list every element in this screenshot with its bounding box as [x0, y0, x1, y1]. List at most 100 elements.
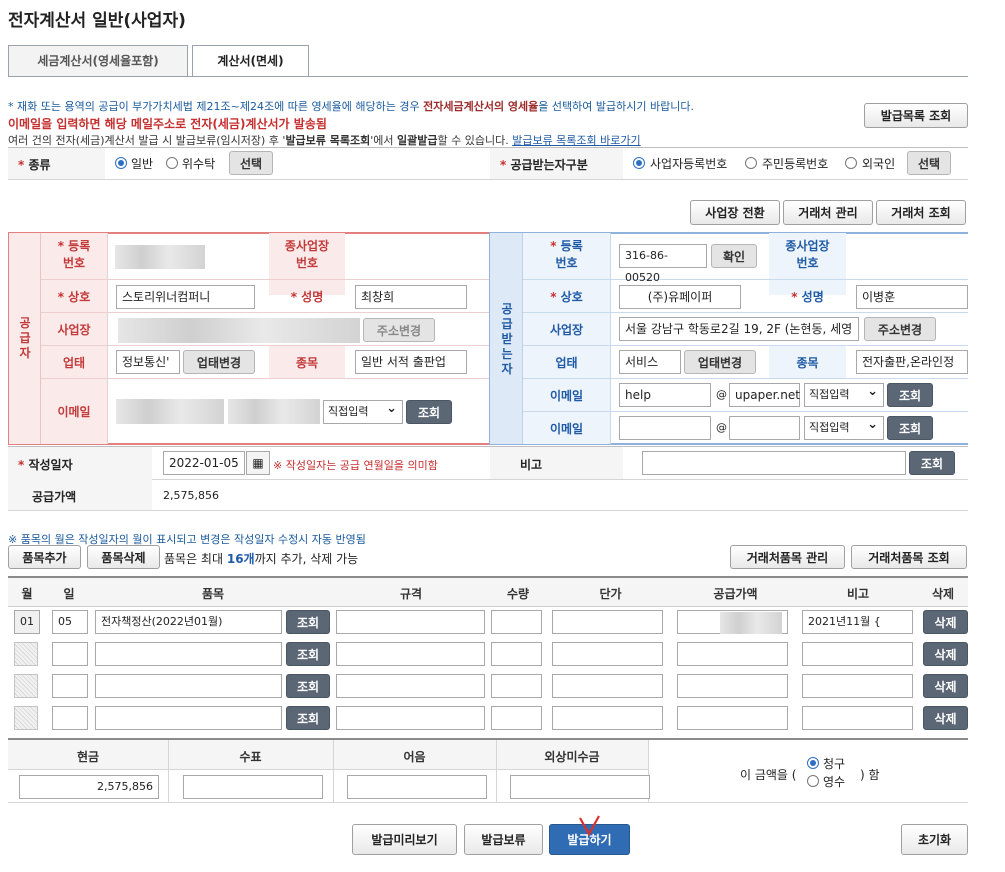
payment-cash-input[interactable]: 2,575,856	[19, 775, 159, 799]
calendar-icon[interactable]: ▦	[246, 451, 270, 475]
row-name-input[interactable]	[95, 642, 282, 666]
receiver-select-button[interactable]: 선택	[907, 151, 951, 175]
row-item-search-button[interactable]: 조회	[286, 706, 330, 730]
partner-manage-button[interactable]: 거래처 관리	[783, 200, 873, 225]
supplier-biztype-button[interactable]: 업태변경	[183, 350, 255, 374]
supplier-email-search-button[interactable]: 조회	[406, 400, 452, 424]
add-item-button[interactable]: 품목추가	[8, 545, 81, 569]
receiver-email1-select[interactable]: 직접입력	[804, 381, 884, 407]
kind-general-radio[interactable]	[115, 157, 127, 169]
date-input[interactable]: 2022-01-05	[163, 451, 245, 475]
issue-hold-button[interactable]: 발급보류	[464, 824, 543, 855]
receiver-biz-radio[interactable]	[633, 157, 645, 169]
row-delete-button[interactable]: 삭제	[923, 642, 968, 666]
amount-receipt-radio[interactable]	[807, 775, 819, 787]
supplier-email-select[interactable]: 직접입력	[323, 398, 403, 424]
receiver-item-input[interactable]: 전자출판,온라인정	[856, 350, 968, 374]
kind-consign-radio[interactable]	[166, 157, 178, 169]
row-qty-input[interactable]	[491, 610, 542, 634]
remark-search-button[interactable]: 조회	[909, 451, 955, 475]
row-price-input[interactable]	[552, 610, 663, 634]
receiver-email2-select[interactable]: 직접입력	[804, 414, 884, 440]
row-qty-input[interactable]	[491, 642, 542, 666]
row-day-input[interactable]	[52, 642, 88, 666]
supplier-address-button[interactable]: 주소변경	[363, 318, 435, 342]
row-item-search-button[interactable]: 조회	[286, 674, 330, 698]
partner-item-search-button[interactable]: 거래처품목 조회	[851, 545, 967, 569]
row-qty-input[interactable]	[491, 674, 542, 698]
remark-input[interactable]	[642, 451, 906, 475]
row-amount-input[interactable]	[677, 706, 788, 730]
row-month-input[interactable]: 01	[14, 610, 40, 634]
tab-tax-invoice[interactable]: 세금계산서(영세율포함)	[8, 45, 188, 77]
amount-charge-label: 청구	[823, 757, 846, 771]
row-item-search-button[interactable]: 조회	[286, 642, 330, 666]
tab-invoice-exempt[interactable]: 계산서(면세)	[192, 45, 309, 77]
supplier-biztype-input[interactable]: 정보통신'	[116, 350, 180, 374]
row-delete-button[interactable]: 삭제	[923, 706, 968, 730]
row-delete-button[interactable]: 삭제	[923, 610, 968, 634]
notice-line-1: * 재화 또는 용역의 공급이 부가가치세법 제21조~제24조에 따른 영세율…	[8, 100, 694, 113]
row-remark-input[interactable]: 2021년11월 {	[802, 610, 913, 634]
row-remark-input[interactable]	[802, 674, 913, 698]
payment-check-input[interactable]	[183, 775, 323, 799]
row-price-input[interactable]	[552, 642, 663, 666]
receiver-email2-user-input[interactable]	[619, 416, 711, 440]
delete-item-button[interactable]: 품목삭제	[87, 545, 160, 569]
row-amount-input[interactable]	[677, 642, 788, 666]
kind-select-button[interactable]: 선택	[229, 151, 273, 175]
receiver-email1-search-button[interactable]: 조회	[887, 383, 933, 407]
receiver-address-input[interactable]: 서울 강남구 학동로2길 19, 2F (논현동, 세영	[619, 317, 859, 341]
row-remark-input[interactable]	[802, 642, 913, 666]
issue-preview-button[interactable]: 발급미리보기	[352, 824, 457, 855]
row-day-input[interactable]	[52, 674, 88, 698]
row-qty-input[interactable]	[491, 706, 542, 730]
row-spec-input[interactable]	[336, 706, 485, 730]
reset-button[interactable]: 초기화	[901, 824, 968, 855]
receiver-resident-radio[interactable]	[745, 157, 757, 169]
receiver-biztype-input[interactable]: 서비스	[619, 350, 681, 374]
receiver-biztype-button[interactable]: 업태변경	[684, 350, 756, 374]
supplier-email-label: 이메일	[57, 405, 91, 419]
receiver-regno-confirm-button[interactable]: 확인	[711, 244, 757, 268]
row-spec-input[interactable]	[336, 610, 485, 634]
row-name-input[interactable]	[95, 674, 282, 698]
row-item-search-button[interactable]: 조회	[286, 610, 330, 634]
row-name-input[interactable]	[95, 706, 282, 730]
switch-business-button[interactable]: 사업장 전환	[690, 200, 780, 225]
row-amount-input[interactable]	[677, 674, 788, 698]
row-spec-input[interactable]	[336, 674, 485, 698]
receiver-regno-input[interactable]: 316-86-00520	[619, 244, 707, 284]
row-day-input[interactable]	[52, 706, 88, 730]
row-spec-input[interactable]	[336, 642, 485, 666]
amount-charge-radio[interactable]	[807, 757, 819, 769]
kind-label: * 종류	[18, 158, 51, 172]
row-price-input[interactable]	[552, 674, 663, 698]
partner-item-manage-button[interactable]: 거래처품목 관리	[730, 545, 845, 569]
partner-search-button[interactable]: 거래처 조회	[876, 200, 966, 225]
row-month-empty	[14, 706, 38, 730]
receiver-name-input[interactable]: (주)유페이퍼	[619, 285, 741, 309]
supplier-ceo-input[interactable]: 최창희	[355, 285, 467, 309]
hold-list-link[interactable]: 발급보류 목록조회 바로가기	[512, 134, 640, 147]
receiver-email2-domain-input[interactable]	[729, 416, 800, 440]
row-price-input[interactable]	[552, 706, 663, 730]
receiver-biz-label: 사업자등록번호	[650, 157, 728, 171]
receiver-foreign-radio[interactable]	[845, 157, 857, 169]
supplier-item-input[interactable]: 일반 서적 출판업	[355, 350, 467, 374]
issue-list-button[interactable]: 발급목록 조회	[864, 103, 968, 128]
payment-credit-input[interactable]	[510, 775, 650, 799]
payment-note-input[interactable]	[347, 775, 487, 799]
row-day-input[interactable]: 05	[52, 610, 88, 634]
receiver-resident-label: 주민등록번호	[762, 157, 829, 171]
receiver-ceo-input[interactable]: 이병훈	[856, 285, 968, 309]
supplier-name-input[interactable]: 스토리위너컴퍼니	[116, 285, 255, 309]
row-remark-input[interactable]	[802, 706, 913, 730]
receiver-address-button[interactable]: 주소변경	[864, 317, 936, 341]
row-name-input[interactable]: 전자책정산(2022년01월)	[95, 610, 282, 634]
receiver-email1-user-input[interactable]: help	[619, 383, 711, 407]
row-delete-button[interactable]: 삭제	[923, 674, 968, 698]
receiver-email2-search-button[interactable]: 조회	[887, 416, 933, 440]
receiver-email1-domain-input[interactable]: upaper.net	[729, 383, 800, 407]
receiver-item-label: 종목	[796, 356, 819, 370]
